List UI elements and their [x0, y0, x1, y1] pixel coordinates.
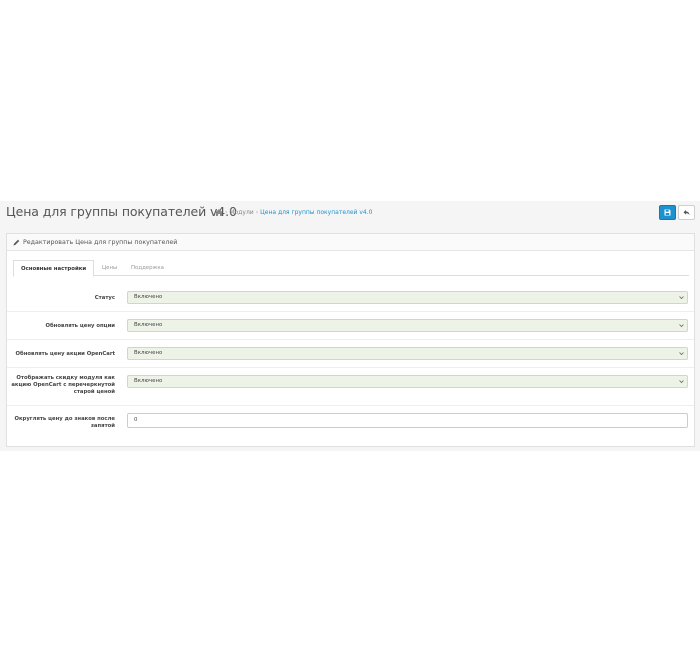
- special-price-label: Обновлять цену акции OpenCart: [15, 351, 116, 357]
- chevron-down-icon: [679, 324, 684, 328]
- tab-support[interactable]: Поддержка: [124, 260, 171, 276]
- settings-form: Статус Включено Обновлять цену опции Вкл…: [7, 284, 694, 438]
- rounding-label: Округлять цену до знаков после запятой: [14, 416, 115, 430]
- display-discount-label: Отображать скидку модуля как акцию OpenC…: [11, 375, 115, 396]
- display-discount-label-line: Отображать скидку модуля как: [16, 375, 115, 381]
- save-icon: [664, 209, 671, 216]
- page-header: Цена для группы покупателей v4.0 › Модул…: [0, 201, 700, 227]
- tab-prices[interactable]: Цены: [95, 260, 124, 276]
- display-discount-select[interactable]: Включено: [127, 375, 688, 388]
- form-row-option-price: Обновлять цену опции Включено: [7, 312, 694, 340]
- rounding-input[interactable]: 0: [127, 413, 688, 428]
- chevron-down-icon: [679, 380, 684, 384]
- display-discount-label-line: старой ценой: [73, 389, 115, 395]
- form-row-display-discount: Отображать скидку модуля как акцию OpenC…: [7, 368, 694, 406]
- special-price-select[interactable]: Включено: [127, 347, 688, 360]
- rounding-label-line: запятой: [90, 423, 115, 429]
- pencil-icon: [13, 239, 20, 246]
- reply-icon: [683, 210, 690, 215]
- admin-screen: Цена для группы покупателей v4.0 › Модул…: [0, 201, 700, 451]
- rounding-value: 0: [134, 417, 138, 423]
- tab-bar: Основные настройки Цены Поддержка: [13, 257, 689, 277]
- form-row-special-price: Обновлять цену акции OpenCart Включено: [7, 340, 694, 368]
- chevron-down-icon: [679, 352, 684, 356]
- breadcrumb-item-current[interactable]: Цена для группы покупателей v4.0: [260, 209, 372, 216]
- breadcrumb: › Модули › Цена для группы покупателей v…: [215, 209, 372, 216]
- special-price-value: Включено: [134, 350, 163, 356]
- form-row-rounding: Округлять цену до знаков после запятой 0: [7, 406, 694, 438]
- status-select[interactable]: Включено: [127, 291, 688, 304]
- back-button[interactable]: [678, 205, 695, 220]
- breadcrumb-separator: ›: [225, 209, 228, 216]
- status-label: Статус: [94, 295, 115, 301]
- option-price-value: Включено: [134, 322, 163, 328]
- breadcrumb-item-modules[interactable]: Модули: [229, 209, 253, 216]
- tab-main-settings[interactable]: Основные настройки: [13, 260, 95, 277]
- form-row-status: Статус Включено: [7, 284, 694, 312]
- display-discount-value: Включено: [134, 378, 163, 384]
- panel-title: Редактировать Цена для группы покупателе…: [23, 238, 178, 246]
- breadcrumb-separator: ›: [255, 209, 259, 216]
- save-button[interactable]: [659, 205, 676, 220]
- home-icon[interactable]: [215, 209, 223, 216]
- rounding-label-line: Округлять цену до знаков после: [14, 416, 115, 422]
- status-value: Включено: [134, 294, 163, 300]
- panel-heading: Редактировать Цена для группы покупателе…: [7, 234, 694, 251]
- chevron-down-icon: [679, 296, 684, 300]
- edit-panel: Редактировать Цена для группы покупателе…: [6, 233, 695, 447]
- option-price-label: Обновлять цену опции: [45, 323, 115, 329]
- option-price-select[interactable]: Включено: [127, 319, 688, 332]
- page-title: Цена для группы покупателей v4.0: [6, 204, 237, 219]
- display-discount-label-line: акцию OpenCart с перечеркнутой: [11, 382, 115, 388]
